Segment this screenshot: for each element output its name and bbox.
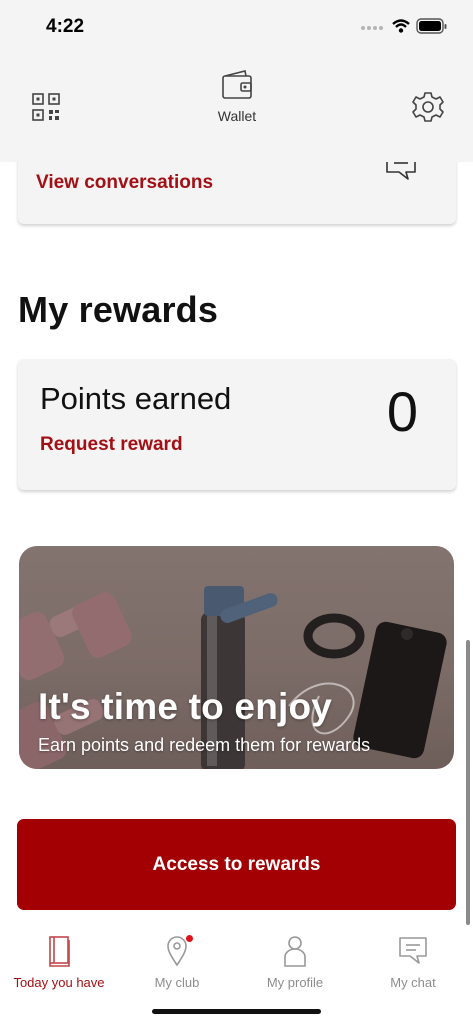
qr-code-icon <box>32 93 60 121</box>
tab-label: My profile <box>266 975 324 990</box>
promo-title: It's time to enjoy <box>38 686 333 727</box>
access-rewards-button[interactable]: Access to rewards <box>17 819 456 910</box>
my-rewards-heading: My rewards <box>18 289 219 330</box>
view-conversations-link[interactable]: View conversations <box>36 172 213 194</box>
battery-icon <box>416 18 447 34</box>
home-indicator[interactable] <box>152 1009 321 1014</box>
notification-badge <box>186 935 193 942</box>
settings-button[interactable] <box>412 91 444 123</box>
promo-subtitle: Earn points and redeem them for rewards <box>38 735 371 755</box>
chat-icon <box>399 937 427 964</box>
tab-today[interactable]: Today you have <box>0 935 118 995</box>
tab-label: My club <box>154 975 200 990</box>
tab-bar: Today you have My club My profile My cha… <box>0 925 473 1024</box>
points-value: 0 <box>386 380 418 443</box>
gear-icon <box>412 92 444 122</box>
tab-label: My chat <box>390 975 436 990</box>
wallet-icon <box>222 70 252 99</box>
person-icon <box>284 936 306 967</box>
status-time: 4:22 <box>46 16 85 37</box>
wallet-button[interactable]: Wallet <box>207 70 267 126</box>
tab-my-club[interactable]: My club <box>118 935 236 995</box>
notebook-icon <box>49 936 70 967</box>
request-reward-link[interactable]: Request reward <box>40 434 183 456</box>
tab-my-chat[interactable]: My chat <box>354 935 472 995</box>
status-icons <box>361 18 447 34</box>
promo-banner[interactable]: It's time to enjoy Earn points and redee… <box>19 546 454 769</box>
tab-my-profile[interactable]: My profile <box>236 935 354 995</box>
tab-label: Today you have <box>13 975 105 990</box>
scrollbar[interactable] <box>466 640 470 925</box>
wallet-label: Wallet <box>217 108 257 124</box>
points-card: Points earned Request reward 0 <box>18 359 456 490</box>
signal-icon <box>361 26 383 30</box>
qr-code-button[interactable] <box>31 92 61 122</box>
wifi-icon <box>392 19 410 33</box>
top-header: 4:22 Wallet <box>0 0 473 162</box>
points-earned-label: Points earned <box>40 381 232 416</box>
